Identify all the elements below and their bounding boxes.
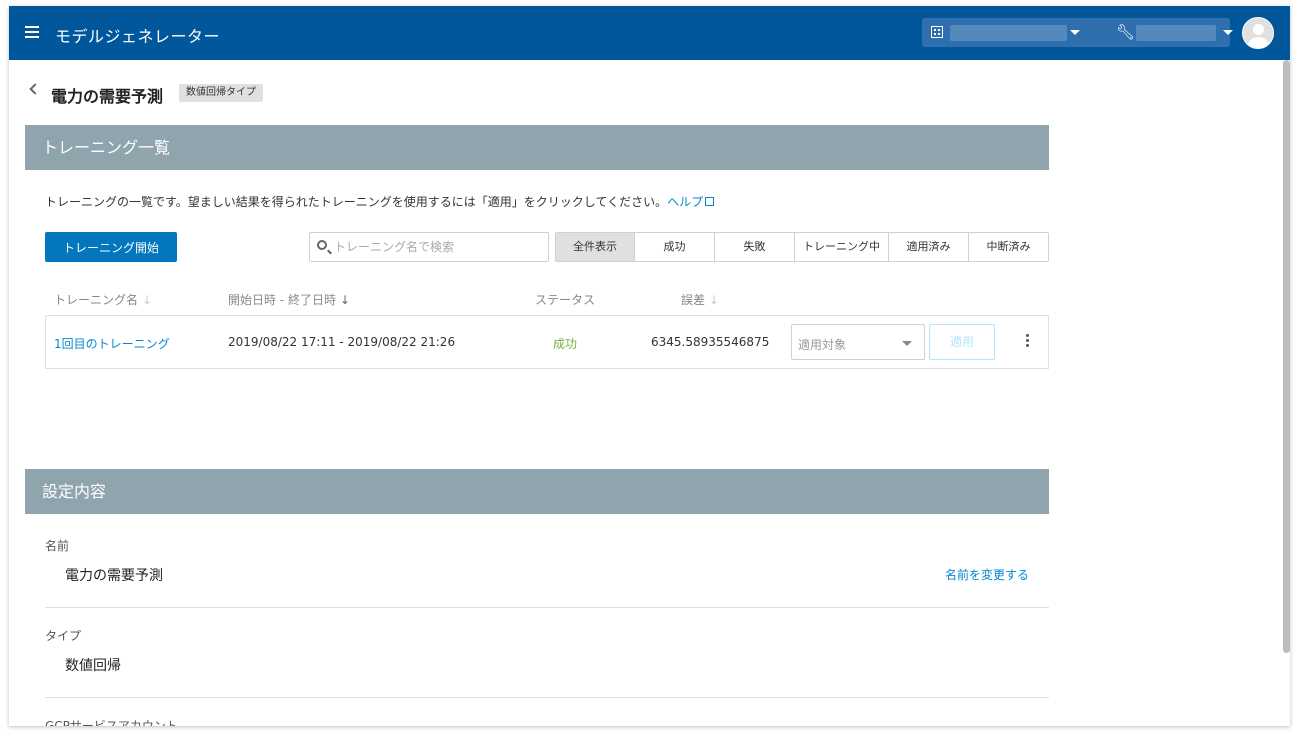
help-link[interactable]: ヘルプ xyxy=(667,195,715,209)
chevron-down-icon xyxy=(1223,30,1233,35)
divider xyxy=(45,697,1049,698)
training-error-value: 6345.58935546875 xyxy=(651,335,770,349)
sort-arrow-icon: ↓ xyxy=(709,293,720,307)
back-icon[interactable] xyxy=(29,83,41,95)
chevron-down-icon xyxy=(1070,30,1080,35)
help-link-label: ヘルプ xyxy=(667,195,704,209)
app-window: モデルジェネレーター 🔧︎ 電力の需要予測 数値回帰タイプ トレーニング一覧 ト… xyxy=(9,6,1290,726)
external-link-icon xyxy=(705,197,715,206)
project-selector[interactable]: 🔧︎ xyxy=(1098,18,1233,47)
filter-applied[interactable]: 適用済み xyxy=(889,233,969,261)
filter-aborted[interactable]: 中断済み xyxy=(969,233,1048,261)
user-avatar[interactable] xyxy=(1242,17,1274,49)
start-training-button[interactable]: トレーニング開始 xyxy=(45,232,177,262)
column-name-label: トレーニング名 xyxy=(54,293,139,307)
training-datetime: 2019/08/22 17:11 - 2019/08/22 21:26 xyxy=(228,335,456,349)
project-name xyxy=(1136,25,1216,41)
vertical-scrollbar[interactable] xyxy=(1283,60,1290,653)
model-type-badge: 数値回帰タイプ xyxy=(179,84,263,102)
column-header-error[interactable]: 誤差 ↓ xyxy=(681,291,719,308)
table-row: 1回目のトレーニング 2019/08/22 17:11 - 2019/08/22… xyxy=(45,315,1049,369)
page-title: 電力の需要予測 xyxy=(51,87,164,106)
name-value: 電力の需要予測 xyxy=(65,568,163,584)
type-label: タイプ xyxy=(45,629,82,643)
status-filter-group: 全件表示 成功 失敗 トレーニング中 適用済み 中断済み xyxy=(555,232,1049,262)
settings-header: 設定内容 xyxy=(25,469,1049,514)
search-icon xyxy=(317,240,327,250)
column-datetime-label: 開始日時 - 終了日時 xyxy=(228,293,336,307)
description-text: トレーニングの一覧です。望ましい結果を得られたトレーニングを使用するには「適用」… xyxy=(45,195,668,209)
apply-button[interactable]: 適用 xyxy=(929,324,995,360)
status-badge: 成功 xyxy=(553,337,578,351)
column-header-status: ステータス xyxy=(535,293,596,307)
apply-target-placeholder: 適用対象 xyxy=(798,338,847,352)
sort-arrow-icon: ↓ xyxy=(339,293,351,307)
filter-success[interactable]: 成功 xyxy=(635,233,715,261)
column-header-name[interactable]: トレーニング名 ↓ xyxy=(54,291,152,308)
organization-name xyxy=(950,25,1067,41)
filter-training[interactable]: トレーニング中 xyxy=(795,233,889,261)
apply-target-select[interactable]: 適用対象 xyxy=(791,324,925,360)
wrench-icon: 🔧︎ xyxy=(1116,23,1136,41)
breadcrumb-separator xyxy=(1089,18,1098,46)
column-header-datetime[interactable]: 開始日時 - 終了日時 ↓ xyxy=(228,291,350,308)
filter-all[interactable]: 全件表示 xyxy=(556,233,635,261)
sort-arrow-icon: ↓ xyxy=(142,293,153,307)
filter-failed[interactable]: 失敗 xyxy=(715,233,795,261)
more-options-icon[interactable] xyxy=(1026,334,1030,350)
training-name-link[interactable]: 1回目のトレーニング xyxy=(54,335,170,352)
chevron-down-icon xyxy=(902,341,912,346)
organization-selector[interactable] xyxy=(922,18,1098,47)
menu-icon[interactable] xyxy=(25,26,39,38)
name-label: 名前 xyxy=(45,539,70,553)
gcp-service-account-label: GCPサービスアカウント xyxy=(45,719,178,726)
top-app-bar: モデルジェネレーター 🔧︎ xyxy=(9,6,1290,60)
training-list-header: トレーニング一覧 xyxy=(25,125,1049,170)
search-input[interactable] xyxy=(334,237,544,257)
column-error-label: 誤差 xyxy=(681,293,706,307)
app-title: モデルジェネレーター xyxy=(55,27,221,46)
training-search[interactable] xyxy=(309,232,549,262)
rename-link[interactable]: 名前を変更する xyxy=(945,566,1029,583)
training-description: トレーニングの一覧です。望ましい結果を得られたトレーニングを使用するには「適用」… xyxy=(45,193,715,210)
divider xyxy=(45,607,1049,608)
building-icon xyxy=(931,26,943,38)
type-value: 数値回帰 xyxy=(65,658,121,674)
